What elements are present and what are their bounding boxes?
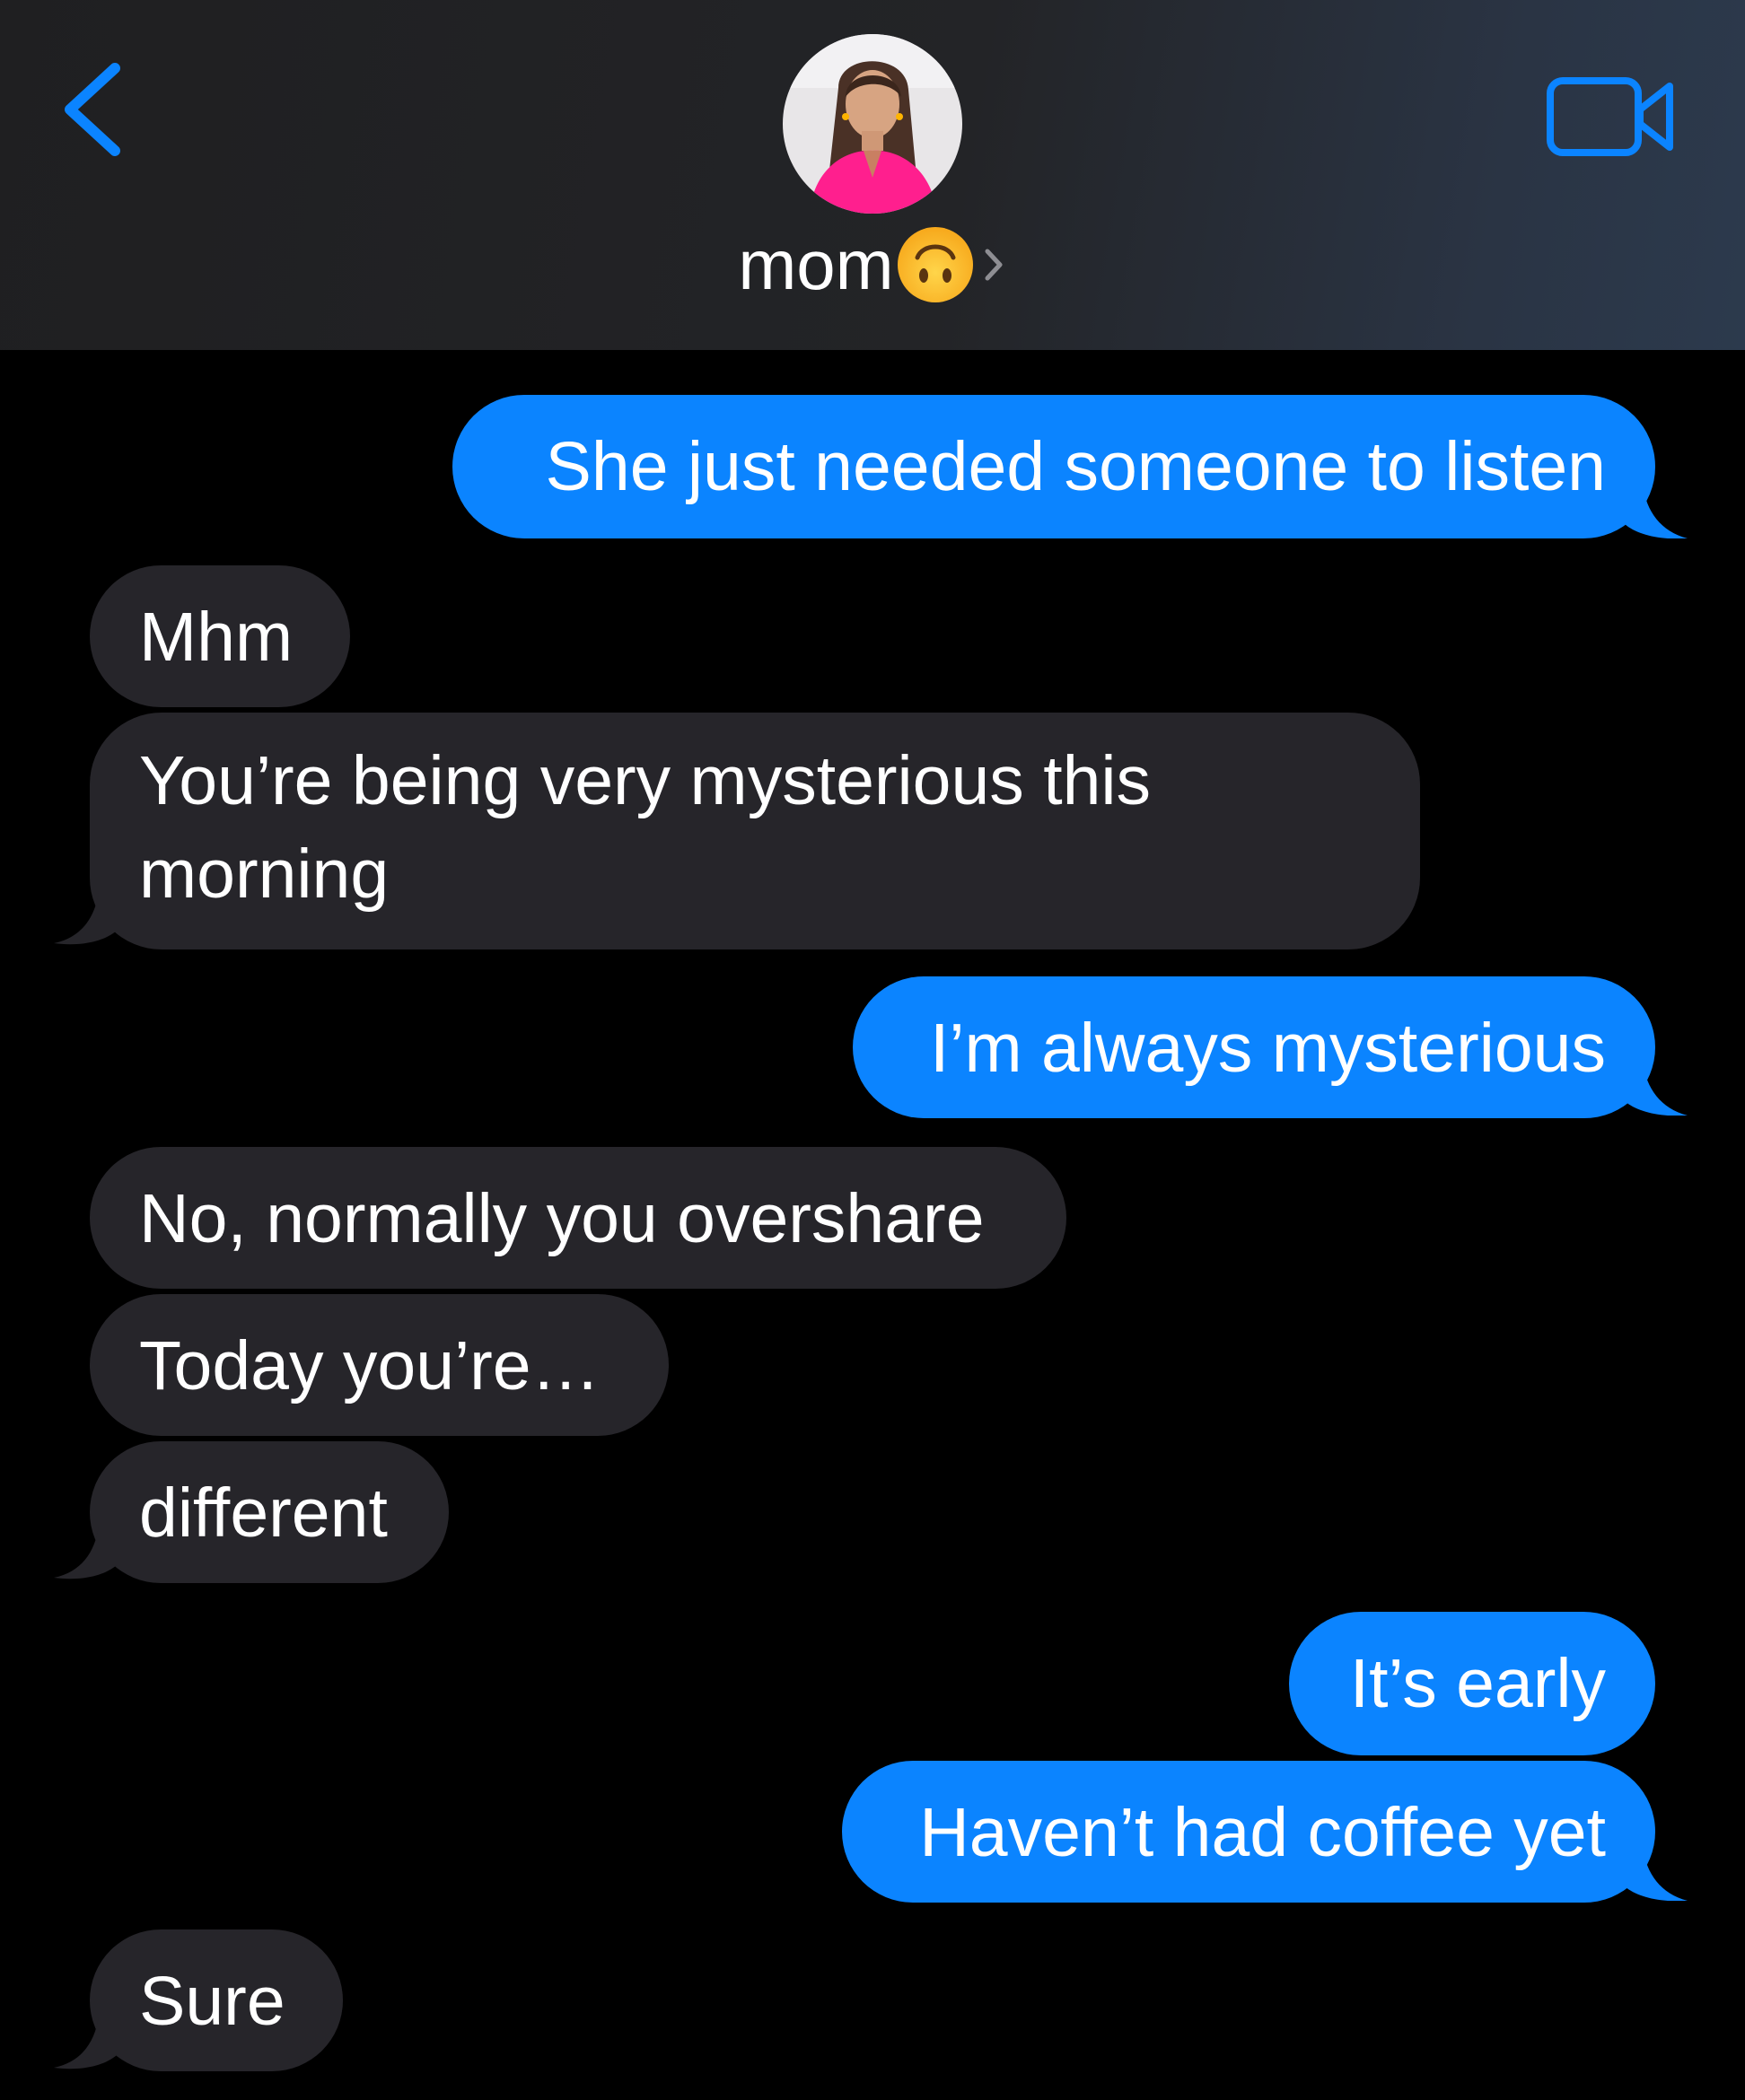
sent-message-bubble[interactable]: I’m always mysterious [853,976,1655,1118]
message-text: It’s early [1349,1645,1606,1722]
received-message-bubble[interactable]: No, normally you overshare [90,1147,1066,1289]
chevron-right-icon [980,242,1007,287]
message-text: No, normally you overshare [139,1180,985,1257]
contact-photo [783,34,962,214]
contact-name-button[interactable]: mom [0,224,1745,305]
message-text: Haven’t had coffee yet [919,1794,1606,1871]
message-text: She just needed someone to listen [545,428,1606,505]
back-button[interactable] [54,54,135,171]
message-text: You’re being very mysterious this mornin… [139,742,1152,913]
received-message-bubble[interactable]: Today you’re… [90,1294,669,1436]
upside-down-face-icon [896,225,975,304]
video-camera-icon [1547,77,1673,156]
received-message-bubble[interactable]: Mhm [90,565,350,707]
bubble-tail [54,891,117,945]
sent-message-bubble[interactable]: She just needed someone to listen [452,395,1655,538]
message-text: Mhm [139,599,294,676]
received-message-bubble[interactable]: Sure [90,1929,343,2071]
sent-message-bubble[interactable]: Haven’t had coffee yet [842,1761,1655,1903]
chevron-left-icon [65,63,120,156]
bubble-tail [54,1526,117,1579]
bubble-tail [1625,485,1688,538]
message-text: different [139,1474,388,1552]
bubble-tail [54,2016,117,2069]
message-text: I’m always mysterious [929,1010,1606,1087]
avatar[interactable] [783,34,962,214]
conversation-header: mom [0,0,1745,350]
contact-name: mom [738,225,894,304]
message-text: Today you’re… [139,1327,601,1404]
bubble-tail [1625,1062,1688,1116]
sent-message-bubble[interactable]: It’s early [1289,1612,1655,1755]
received-message-bubble[interactable]: You’re being very mysterious this mornin… [90,713,1420,949]
received-message-bubble[interactable]: different [90,1441,449,1583]
bubble-tail [1625,1847,1688,1901]
message-text: Sure [139,1963,285,2040]
video-call-button[interactable] [1546,74,1676,160]
